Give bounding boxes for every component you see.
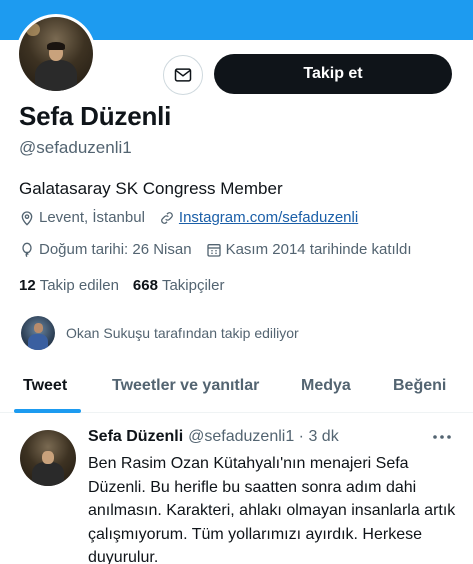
- tab-likes[interactable]: Beğeni: [393, 377, 446, 395]
- profile-meta-row-2: Doğum tarihi: 26 Nisan Kasım 2014 tarihi…: [19, 241, 426, 258]
- website-item[interactable]: Instagram.com/sefaduzenli: [159, 209, 358, 226]
- profile-bio: Galatasaray SK Congress Member: [19, 179, 283, 198]
- joined-text: Kasım 2014 tarihinde katıldı: [225, 241, 412, 258]
- profile-handle: @sefaduzenli1: [19, 138, 132, 157]
- more-icon[interactable]: [432, 432, 452, 442]
- tweet-author-meta: @sefaduzenli1 · 3 dk: [188, 428, 339, 445]
- following-count: 12: [19, 277, 36, 294]
- tweet-header: Sefa Düzenli @sefaduzenli1 · 3 dk: [88, 428, 339, 446]
- followers-count: 668: [132, 277, 158, 294]
- location-text: Levent, İstanbul: [39, 209, 145, 226]
- follow-stats: 12 Takip edilen 668 Takipçiler: [19, 277, 238, 294]
- follower-avatar: [21, 316, 55, 350]
- profile-avatar[interactable]: [16, 14, 96, 94]
- follow-button[interactable]: Takip et: [214, 54, 452, 94]
- followed-by[interactable]: Okan Sukuşu tarafından takip ediliyor: [21, 316, 299, 350]
- tweet-text: Ben Rasim Ozan Kütahyalı'nın menajeri Se…: [88, 455, 456, 564]
- followed-by-text: Okan Sukuşu tarafından takip ediliyor: [66, 325, 299, 341]
- birthday-text: Doğum tarihi: 26 Nisan: [39, 241, 192, 258]
- message-button[interactable]: [163, 55, 203, 95]
- tab-media[interactable]: Medya: [301, 377, 351, 395]
- profile-tabs: Tweet Tweetler ve yanıtlar Medya Beğeni: [0, 365, 473, 413]
- following-link[interactable]: 12 Takip edilen: [19, 277, 119, 294]
- birthday-item: Doğum tarihi: 26 Nisan: [19, 241, 192, 258]
- balloon-icon: [22, 242, 32, 257]
- profile-name: Sefa Düzenli: [19, 101, 172, 131]
- profile-meta-row-1: Levent, İstanbul Instagram.com/sefaduzen…: [19, 209, 372, 226]
- tweet-author-name[interactable]: Sefa Düzenli: [88, 428, 183, 446]
- link-icon: [161, 211, 173, 224]
- website-link[interactable]: Instagram.com/sefaduzenli: [179, 209, 358, 226]
- tab-tweet[interactable]: Tweet: [23, 377, 67, 395]
- joined-item: Kasım 2014 tarihinde katıldı: [206, 241, 412, 258]
- tweet-avatar[interactable]: [20, 430, 76, 486]
- followers-label: Takipçiler: [161, 277, 225, 294]
- followers-link[interactable]: 668 Takipçiler: [133, 277, 225, 294]
- tab-tweets-and-replies[interactable]: Tweetler ve yanıtlar: [112, 377, 259, 395]
- envelope-icon: [174, 68, 192, 82]
- location-pin-icon: [21, 210, 33, 226]
- location-item: Levent, İstanbul: [19, 209, 145, 226]
- active-tab-indicator: [14, 409, 81, 413]
- following-label: Takip edilen: [39, 277, 119, 294]
- calendar-icon: [206, 243, 221, 257]
- tweet[interactable]: Sefa Düzenli @sefaduzenli1 · 3 dk Ben Ra…: [0, 414, 473, 564]
